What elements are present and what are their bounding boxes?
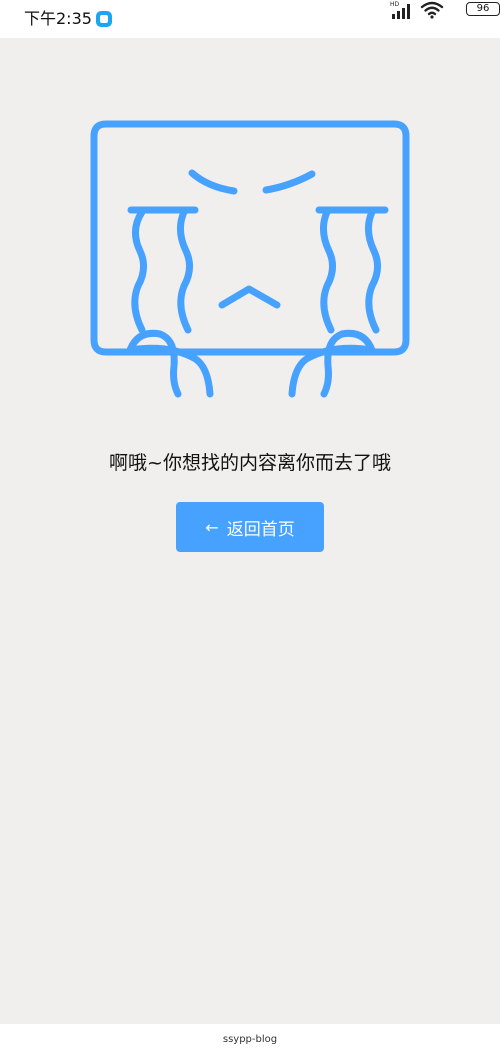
- status-bar: 下午2:35 HD 96: [0, 0, 500, 38]
- network-type-label: HD: [390, 1, 400, 8]
- arrow-left-icon: ←: [205, 517, 219, 537]
- battery-icon: 96: [466, 2, 500, 16]
- wifi-icon: [420, 1, 444, 19]
- back-home-button[interactable]: ← 返回首页: [176, 502, 324, 552]
- app-notification-icon: [96, 11, 112, 27]
- footer: ssypp-blog: [0, 1024, 500, 1056]
- crying-face-illustration: [90, 120, 410, 398]
- error-message: 啊哦~你想找的内容离你而去了哦: [109, 452, 391, 474]
- back-home-label: 返回首页: [226, 519, 295, 540]
- status-time: 下午2:35: [24, 9, 92, 28]
- signal-icon: HD: [390, 1, 410, 19]
- footer-text: ssypp-blog: [222, 1034, 278, 1045]
- battery-level: 96: [476, 3, 490, 14]
